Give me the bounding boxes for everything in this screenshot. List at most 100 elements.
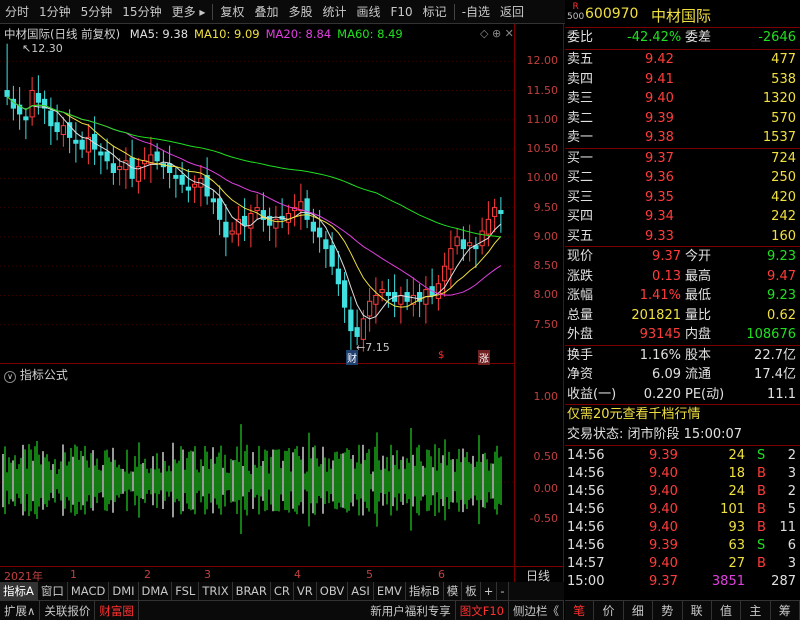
toolbar-button-4[interactable]: 更多 ▸ (167, 0, 211, 24)
tick-time: 14:56 (567, 447, 605, 463)
status-item-0[interactable]: 扩展∧ (0, 600, 41, 620)
candle-body (273, 218, 279, 229)
toolbar-button-8[interactable]: 统计 (317, 0, 351, 24)
status-item-4[interactable]: 图文F10 (456, 600, 509, 620)
chart-window-controls[interactable]: ◇ ⊕ ✕ (480, 27, 514, 40)
ask-price: 9.39 (645, 110, 674, 126)
marker-rise[interactable]: 涨 (478, 350, 490, 365)
toolbar-button-5[interactable]: 复权 (215, 0, 249, 24)
toolbar-button-13[interactable]: 返回 (495, 0, 529, 24)
indicator-panel[interactable] (0, 364, 514, 566)
kline-chart[interactable] (0, 24, 514, 364)
weicha-value: -2646 (758, 30, 796, 45)
quote-tab-4[interactable]: 联 (683, 600, 712, 620)
tick-time: 14:56 (567, 501, 605, 517)
bid-label: 买一 (567, 150, 594, 166)
tab-10[interactable]: OBV (317, 582, 349, 600)
marker-finance[interactable]: 财 (346, 350, 358, 365)
tab-12[interactable]: EMV (374, 582, 406, 600)
candle-body (379, 289, 385, 294)
tab-8[interactable]: CR (271, 582, 294, 600)
status-item-2[interactable]: 财富圈 (95, 600, 139, 620)
tab-16[interactable]: + (481, 582, 498, 600)
tick-row: 14:56 9.40 24 B 2 (565, 482, 800, 502)
stat2-row: 收益(一) 0.220 PE(动) 11.1 (565, 385, 800, 405)
tick-row: 15:00 9.37 3851 287 (565, 572, 800, 592)
toolbar-button-3[interactable]: 15分钟 (117, 0, 166, 24)
candle-body (229, 230, 235, 235)
tick-count: 2 (787, 447, 796, 463)
status-item-5[interactable]: 侧边栏《 (509, 600, 564, 620)
quote-tab-6[interactable]: 主 (741, 600, 771, 620)
quote-tab-7[interactable]: 筹 (771, 600, 800, 620)
tab-14[interactable]: 模 (444, 582, 463, 600)
tick-side: S (757, 447, 766, 463)
ask-volume: 570 (771, 110, 796, 126)
quote-tab-5[interactable]: 值 (712, 600, 742, 620)
ask-price: 9.40 (645, 91, 674, 106)
quote-tab-0[interactable]: 笔 (565, 600, 595, 620)
ask-row: 卖一 9.38 1537 (565, 128, 800, 148)
tab-11[interactable]: ASI (348, 582, 374, 600)
toolbar-separator (453, 3, 455, 20)
stat-label: 最低 (685, 288, 712, 303)
status-item-3[interactable]: 新用户福利专享 (366, 600, 456, 620)
quote-header: R 500 600970 中材国际 (565, 0, 800, 28)
status-bar: 扩展∧ 关联报价 财富圈 新用户福利专享 图文F10 侧边栏《 (0, 600, 564, 620)
toolbar-button-6[interactable]: 叠加 (249, 0, 283, 24)
quote-tab-3[interactable]: 势 (653, 600, 683, 620)
toolbar-button-7[interactable]: 多股 (283, 0, 317, 24)
price-tick: 10.00 (526, 171, 559, 185)
tab-1[interactable]: 窗口 (38, 582, 68, 600)
tick-count: 5 (787, 501, 796, 517)
tab-3[interactable]: DMI (109, 582, 139, 600)
toolbar-button-11[interactable]: 标记 (418, 0, 452, 24)
badge-r: R (572, 2, 579, 12)
candle-body (154, 151, 160, 162)
ask-row: 卖五 9.42 477 (565, 50, 800, 70)
price-tick: 9.50 (533, 200, 559, 214)
tab-7[interactable]: BRAR (233, 582, 271, 600)
candle-body (79, 139, 85, 150)
tab-15[interactable]: 板 (462, 582, 481, 600)
candle-body (48, 110, 54, 127)
quote-tab-2[interactable]: 细 (624, 600, 654, 620)
tab-9[interactable]: VR (294, 582, 317, 600)
price-axis: 12.00 11.50 11.00 10.50 10.00 9.50 9.00 8.50 8.0… (514, 24, 564, 582)
ma-legend-1: MA10: 9.09 (194, 27, 260, 41)
candle-body (54, 122, 60, 133)
tick-row: 14:56 9.39 24 S 2 (565, 446, 800, 466)
stat-value: 9.37 (652, 249, 681, 264)
tab-13[interactable]: 指标B (406, 582, 444, 600)
chevron-down-icon[interactable]: ∨ (4, 371, 16, 383)
stat-label: 流通 (685, 367, 712, 382)
trade-state: 交易状态: 闭市阶段 15:00:07 (567, 426, 743, 442)
tab-17[interactable]: - (497, 582, 509, 600)
toolbar-button-9[interactable]: 画线 (351, 0, 385, 24)
tab-0[interactable]: 指标A (0, 582, 38, 600)
indicator-tabs: 指标A 窗口 MACD DMI DMA FSL TRIX BRAR CR VR OBV ASI EMV 指… (0, 582, 564, 600)
toolbar-button-10[interactable]: F10 (386, 0, 418, 24)
tick-price: 9.37 (649, 573, 678, 589)
tab-4[interactable]: DMA (139, 582, 173, 600)
toolbar-button-0[interactable]: 分时 (0, 0, 34, 24)
toolbar-button-1[interactable]: 1分钟 (34, 0, 76, 24)
bid-price: 9.33 (645, 228, 674, 244)
toolbar-button-2[interactable]: 5分钟 (76, 0, 118, 24)
tick-side: B (757, 501, 766, 517)
stat-value: 0.62 (767, 307, 796, 323)
toolbar-button-12[interactable]: -自选 (457, 0, 495, 24)
ma-legend-0: MA5: 9.38 (129, 27, 189, 41)
marker-dollar[interactable]: $ (438, 350, 444, 361)
candle-body (179, 174, 185, 185)
status-item-1[interactable]: 关联报价 (40, 600, 96, 620)
quote-tab-1[interactable]: 价 (594, 600, 624, 620)
candle-body (329, 245, 335, 267)
tab-6[interactable]: TRIX (199, 582, 233, 600)
tab-5[interactable]: FSL (172, 582, 200, 600)
candle-body (173, 174, 179, 179)
candle-body (192, 183, 198, 188)
tab-2[interactable]: MACD (68, 582, 110, 600)
candle-body (448, 248, 454, 270)
candle-body (498, 210, 504, 214)
